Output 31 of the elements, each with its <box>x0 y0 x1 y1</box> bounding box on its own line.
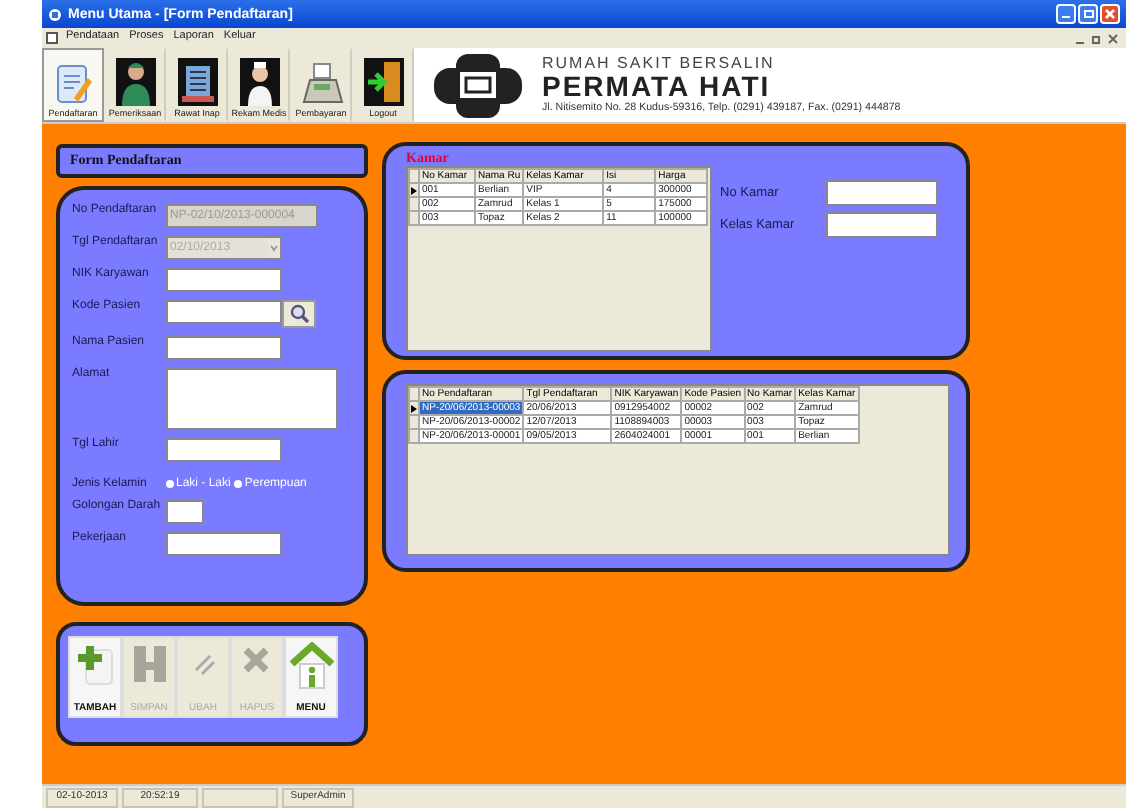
app-icon <box>48 7 62 21</box>
input-field[interactable] <box>166 438 282 462</box>
row-pointer-icon <box>410 403 418 413</box>
close-button[interactable] <box>1100 4 1120 24</box>
input-field[interactable] <box>166 300 282 324</box>
input-field[interactable] <box>826 180 938 206</box>
input-field[interactable] <box>166 336 282 360</box>
cash-register-icon <box>299 62 343 106</box>
hospital-name: PERMATA HATI <box>542 71 773 99</box>
input-field[interactable] <box>166 500 204 524</box>
input-field[interactable] <box>826 212 938 238</box>
input-field[interactable] <box>166 532 282 556</box>
text-area[interactable] <box>166 368 338 430</box>
status-panel <box>202 787 278 807</box>
home-icon <box>289 642 333 690</box>
input-field[interactable] <box>166 268 282 292</box>
building-icon <box>177 58 217 106</box>
row-pointer-icon <box>410 185 418 195</box>
search-icon <box>289 304 309 324</box>
doctor-icon <box>115 58 155 106</box>
close-icon[interactable] <box>1108 33 1118 43</box>
minimize-button[interactable] <box>1056 4 1076 24</box>
maximize-button[interactable] <box>1078 4 1098 24</box>
search-button[interactable] <box>282 300 316 328</box>
restore-icon[interactable] <box>1092 33 1102 43</box>
hospital-subtitle: RUMAH SAKIT BERSALIN <box>542 55 777 71</box>
plus-icon <box>75 642 115 686</box>
mdi-icon <box>46 32 58 44</box>
notepad-icon <box>53 62 93 106</box>
exit-door-icon <box>363 58 403 106</box>
nurse-icon <box>239 58 279 106</box>
